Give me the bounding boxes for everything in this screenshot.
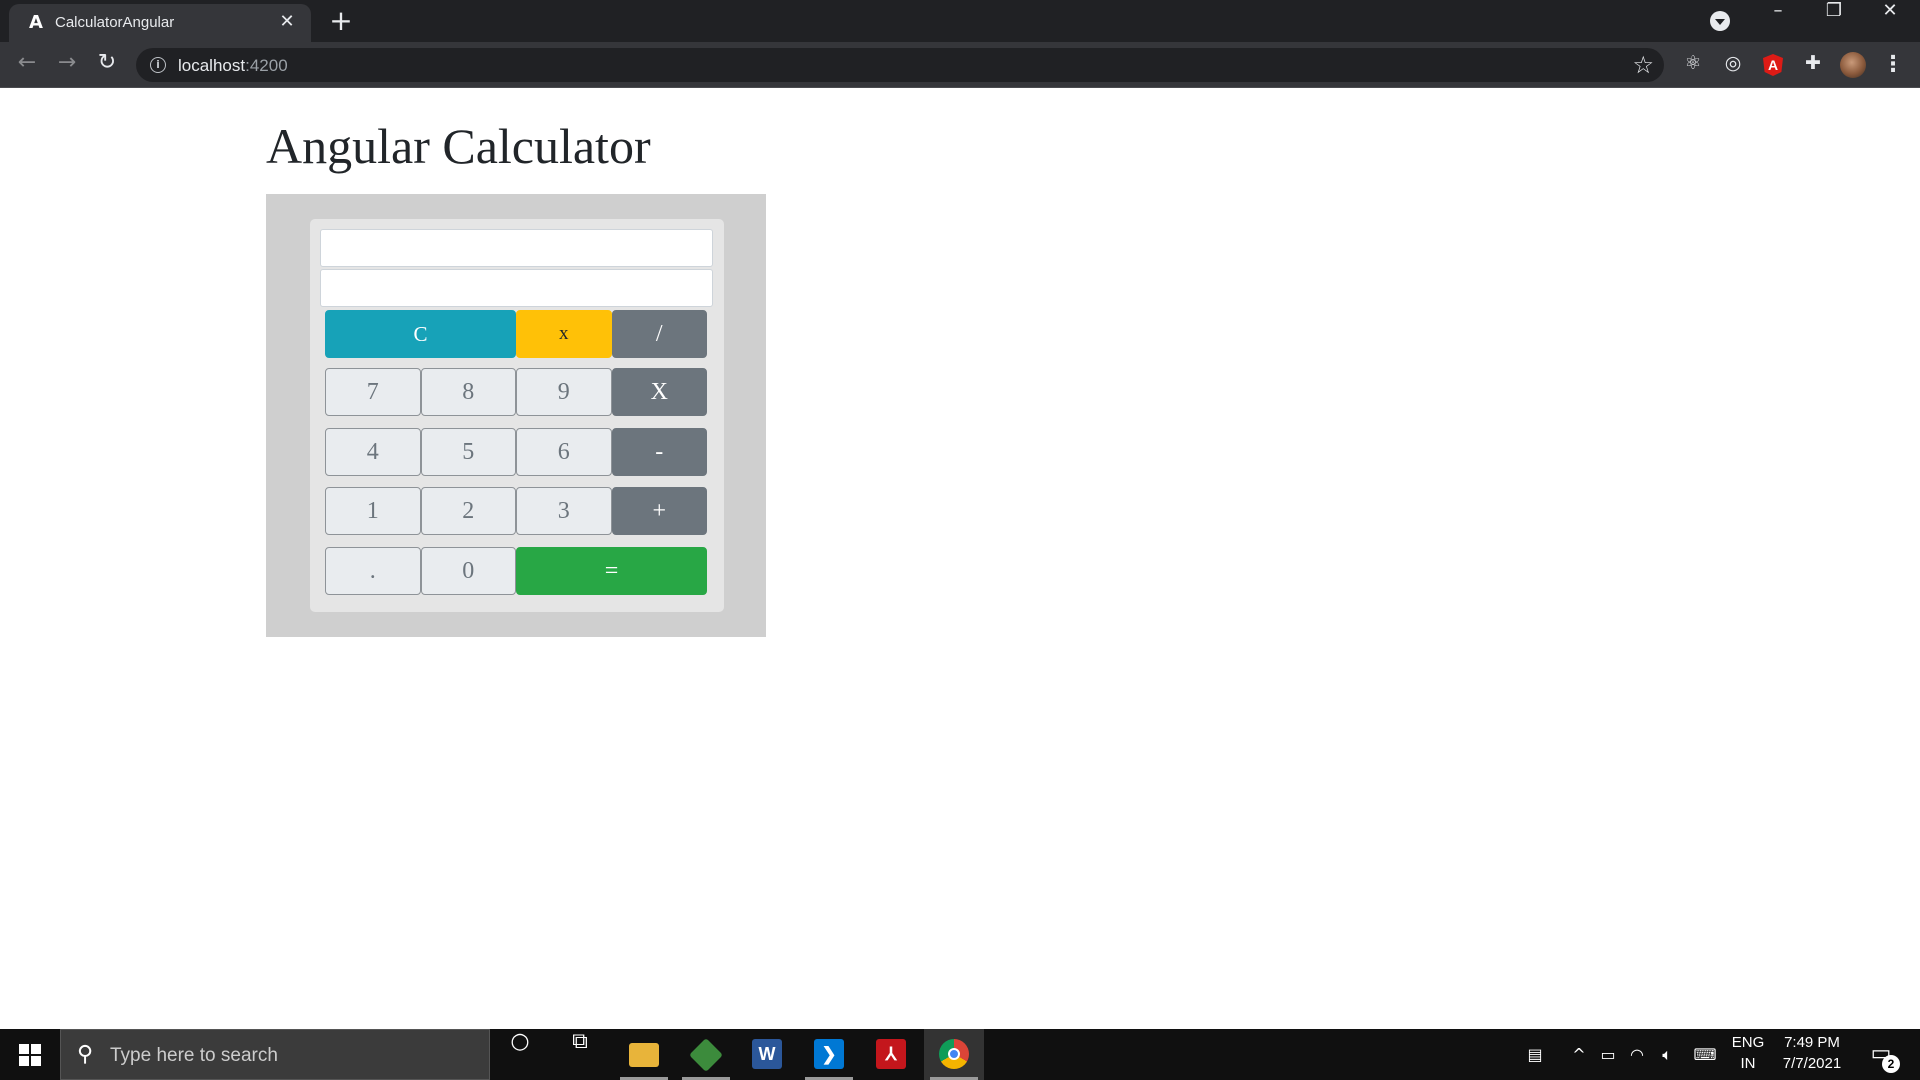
digit-7-button[interactable]: 7: [325, 368, 421, 416]
clear-button[interactable]: C: [325, 310, 516, 358]
react-devtools-icon[interactable]: ⚛: [1680, 52, 1706, 78]
digit-4-button[interactable]: 4: [325, 428, 421, 476]
volume-icon[interactable]: 🔈︎: [1654, 1029, 1680, 1080]
url-port: :4200: [245, 56, 288, 75]
reload-icon[interactable]: ↻: [92, 50, 122, 80]
show-hidden-icons-chevron[interactable]: ^: [1568, 1029, 1590, 1080]
windows-taskbar: ⚲ Type here to search ○ ⧉ W ❯ ⅄ ▤ ^ ▭ ◠ …: [0, 1029, 1920, 1080]
decimal-button[interactable]: .: [325, 547, 421, 595]
clock-date: 7/7/2021: [1782, 1055, 1842, 1072]
cortana-icon[interactable]: ○: [490, 1029, 550, 1080]
chrome-icon[interactable]: [924, 1029, 984, 1080]
word-icon[interactable]: W: [737, 1029, 797, 1080]
clock-time: 7:49 PM: [1784, 1034, 1840, 1051]
extensions-puzzle-icon[interactable]: ✚: [1800, 52, 1826, 78]
page-title: Angular Calculator: [266, 118, 651, 174]
record-extension-icon[interactable]: ◎: [1720, 52, 1746, 78]
notification-center-icon[interactable]: ▭ 2: [1866, 1039, 1900, 1073]
browser-tab[interactable]: A CalculatorAngular ✕: [9, 4, 311, 42]
vscode-icon[interactable]: ❯: [799, 1029, 859, 1080]
angular-devtools-icon[interactable]: A: [1763, 54, 1783, 76]
site-info-icon[interactable]: i: [150, 57, 166, 73]
search-icon: ⚲: [77, 1042, 94, 1067]
tab-title: CalculatorAngular: [55, 14, 175, 31]
task-view-icon[interactable]: ⧉: [550, 1029, 610, 1080]
digit-8-button[interactable]: 8: [420, 368, 516, 416]
digit-0-button[interactable]: 0: [420, 547, 516, 595]
digit-5-button[interactable]: 5: [420, 428, 516, 476]
digit-3-button[interactable]: 3: [516, 487, 612, 535]
equals-button[interactable]: =: [516, 547, 707, 595]
browser-tab-strip: A CalculatorAngular ✕ + – ❐ ✕: [0, 0, 1920, 42]
clock[interactable]: 7:49 PM 7/7/2021: [1772, 1034, 1852, 1072]
windows-logo-icon: [19, 1044, 29, 1054]
digit-9-button[interactable]: 9: [516, 368, 612, 416]
multiply-button[interactable]: X: [611, 368, 707, 416]
language-region: IN: [1740, 1055, 1756, 1072]
windows-start-button[interactable]: [0, 1029, 60, 1080]
calculator-display-expression[interactable]: [320, 229, 713, 267]
bookmark-star-icon[interactable]: ☆: [1632, 51, 1654, 79]
windows-logo-icon: [19, 1056, 29, 1066]
page-content: Angular Calculator Cx/ 7 8 9 X 4 5 6- 1 2 3 +. 0 =: [0, 89, 1920, 1029]
divide-button[interactable]: /: [611, 310, 707, 358]
git-icon[interactable]: [676, 1029, 736, 1080]
minimize-button[interactable]: –: [1750, 0, 1806, 40]
new-tab-button[interactable]: +: [326, 6, 356, 36]
search-placeholder: Type here to search: [110, 1045, 278, 1066]
notification-count: 2: [1882, 1055, 1900, 1073]
digit-2-button[interactable]: 2: [420, 487, 516, 535]
digit-6-button[interactable]: 6: [516, 428, 612, 476]
calculator-display-result[interactable]: [320, 269, 713, 307]
taskbar-search-box[interactable]: ⚲ Type here to search: [60, 1029, 490, 1080]
calculator-container: Cx/ 7 8 9 X 4 5 6- 1 2 3 +. 0 =: [266, 194, 766, 637]
profile-avatar[interactable]: [1840, 52, 1866, 78]
wifi-icon[interactable]: ◠: [1625, 1029, 1649, 1080]
forward-icon[interactable]: →: [52, 50, 82, 80]
news-widget-icon[interactable]: ▤: [1517, 1029, 1553, 1080]
close-tab-icon[interactable]: ✕: [275, 10, 299, 34]
back-icon[interactable]: ←: [12, 50, 42, 80]
angular-icon: A: [29, 12, 43, 33]
windows-logo-icon: [31, 1044, 41, 1054]
restore-button[interactable]: ❐: [1806, 0, 1862, 40]
close-window-button[interactable]: ✕: [1862, 0, 1918, 40]
language-indicator[interactable]: ENG IN: [1728, 1034, 1768, 1072]
acrobat-icon[interactable]: ⅄: [861, 1029, 921, 1080]
file-explorer-icon[interactable]: [614, 1029, 674, 1080]
address-bar[interactable]: i localhost:4200 ☆: [136, 48, 1664, 82]
digit-1-button[interactable]: 1: [325, 487, 421, 535]
minus-button[interactable]: -: [611, 428, 707, 476]
url-host: localhost: [178, 56, 246, 75]
tab-search-icon[interactable]: [1710, 11, 1730, 31]
plus-button[interactable]: +: [611, 487, 707, 535]
windows-logo-icon: [31, 1056, 41, 1066]
calculator-card: Cx/ 7 8 9 X 4 5 6- 1 2 3 +. 0 =: [310, 219, 724, 612]
battery-icon[interactable]: ▭: [1596, 1029, 1620, 1080]
x-button[interactable]: x: [516, 310, 612, 358]
browser-toolbar: ← → ↻ i localhost:4200 ☆ ⚛ ◎ A ✚: [0, 42, 1920, 88]
url-text[interactable]: localhost:4200: [178, 56, 288, 76]
language-code: ENG: [1731, 1034, 1765, 1051]
browser-menu-icon[interactable]: ⋮: [1882, 50, 1904, 80]
keyboard-icon[interactable]: ⌨: [1688, 1029, 1722, 1080]
